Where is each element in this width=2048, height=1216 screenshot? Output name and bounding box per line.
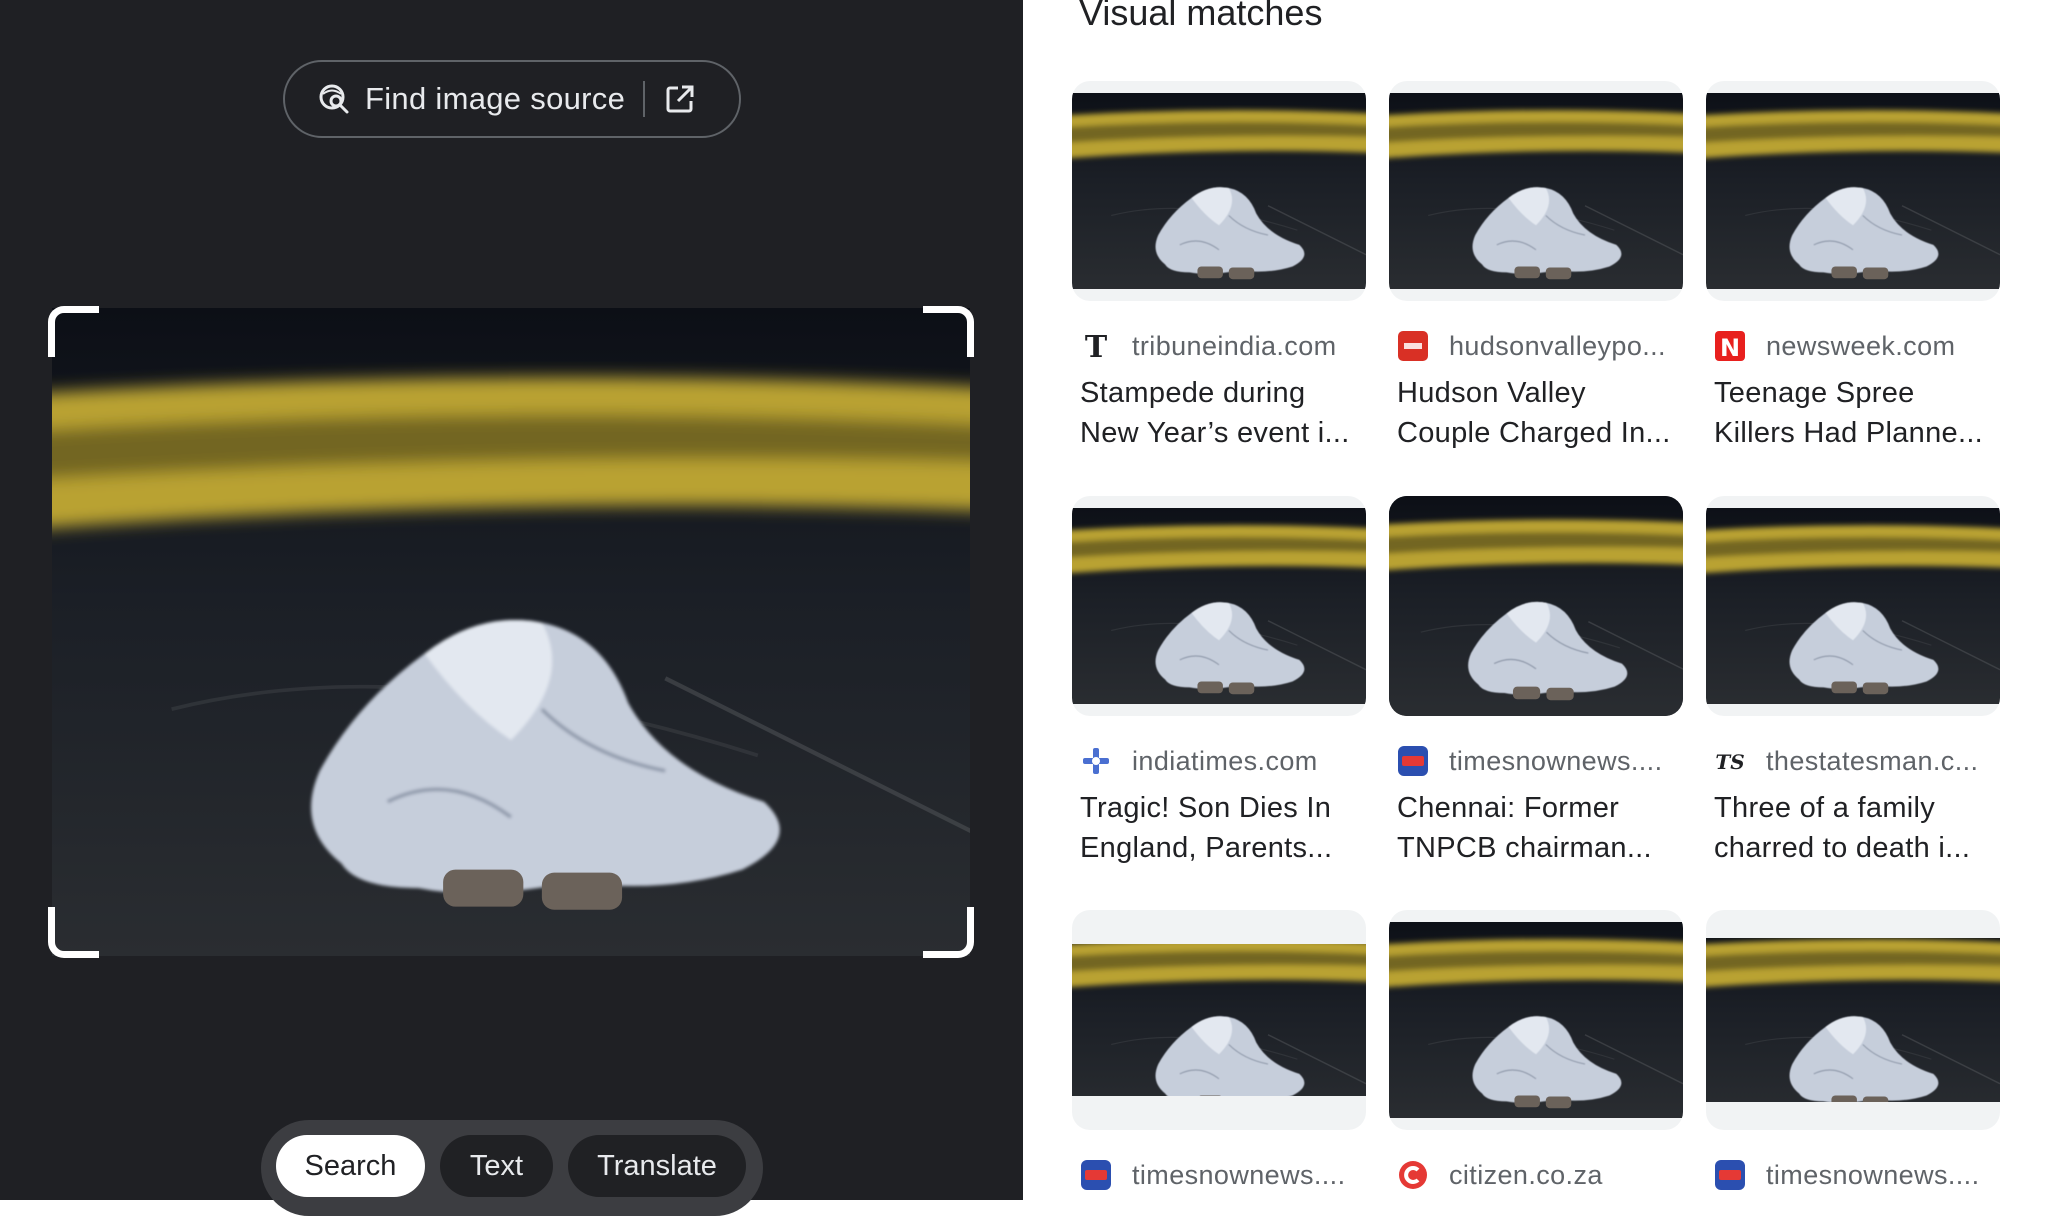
result-title[interactable]: Hudson Valley Couple Charged In... xyxy=(1397,373,1687,453)
lens-search-icon xyxy=(319,84,349,114)
result-thumbnail xyxy=(1706,81,2000,301)
result-source: timesnownews.... xyxy=(1397,744,1687,778)
result-title[interactable]: Tragic! Son Dies In England, Parents... xyxy=(1080,788,1370,868)
result-source: hudsonvalleypo... xyxy=(1397,329,1687,363)
lens-preview-pane: Find image source Search Text Translate xyxy=(0,0,1023,1216)
open-external-icon xyxy=(666,85,694,113)
tribune-favicon-icon: T xyxy=(1085,330,1108,362)
result-source: timesnownews.... xyxy=(1714,1158,2004,1192)
result-thumbnail xyxy=(1389,910,1683,1130)
divider xyxy=(643,81,646,117)
svg-text:N: N xyxy=(1720,334,1740,362)
svg-text:T: T xyxy=(1085,330,1108,362)
times-now-favicon-icon xyxy=(1398,746,1428,776)
results-pane: Visual matches T tribuneindia.com Stampe… xyxy=(1023,0,2048,1200)
result-thumbnail xyxy=(1072,496,1366,716)
citizen-favicon-icon xyxy=(1399,1161,1427,1189)
times-now-favicon-icon xyxy=(1081,1160,1111,1190)
newsweek-favicon-icon: N xyxy=(1715,331,1745,362)
hudson-valley-post-favicon-icon xyxy=(1398,331,1428,361)
result-source: TS thestatesman.c... xyxy=(1715,745,1979,776)
mode-switcher: Search Text Translate xyxy=(261,1120,763,1216)
result-title[interactable]: Chennai: Former TNPCB chairman... xyxy=(1397,788,1687,868)
result-source: timesnownews.... xyxy=(1080,1158,1370,1192)
mode-search-button[interactable]: Search xyxy=(276,1135,425,1197)
query-image xyxy=(52,308,970,956)
result-thumbnail xyxy=(1072,81,1366,301)
result-thumbnail xyxy=(1706,496,2000,716)
crop-handle-bottom-right[interactable] xyxy=(923,907,974,958)
result-source: citizen.co.za xyxy=(1397,1158,1687,1192)
selected-image-preview[interactable] xyxy=(48,306,974,958)
crop-handle-top-right[interactable] xyxy=(923,306,974,357)
result-title[interactable]: Teenage Spree Killers Had Planne... xyxy=(1714,373,2004,453)
mode-text-button[interactable]: Text xyxy=(440,1135,553,1197)
result-title[interactable]: Stampede during New Year’s event i... xyxy=(1080,373,1370,453)
the-statesman-favicon-icon: TS xyxy=(1715,750,1744,774)
times-now-favicon-icon xyxy=(1715,1160,1745,1190)
result-thumbnail xyxy=(1389,496,1683,716)
find-image-source-button[interactable]: Find image source xyxy=(283,60,741,138)
svg-text:TS: TS xyxy=(1715,750,1744,774)
crop-handle-bottom-left[interactable] xyxy=(48,907,99,958)
mode-translate-button[interactable]: Translate xyxy=(568,1135,746,1197)
result-thumbnail xyxy=(1072,910,1366,1130)
result-thumbnail xyxy=(1389,81,1683,301)
result-source: N newsweek.com xyxy=(1714,329,2004,363)
visual-matches-heading: Visual matches xyxy=(1079,0,1323,33)
find-image-source-label: Find image source xyxy=(365,81,626,116)
crop-handle-top-left[interactable] xyxy=(48,306,99,357)
indiatimes-favicon-icon xyxy=(1083,748,1109,774)
result-source: T tribuneindia.com xyxy=(1080,329,1370,363)
result-title[interactable]: Three of a family charred to death i... xyxy=(1714,788,2004,868)
result-thumbnail xyxy=(1706,910,2000,1130)
result-source: indiatimes.com xyxy=(1080,744,1370,778)
